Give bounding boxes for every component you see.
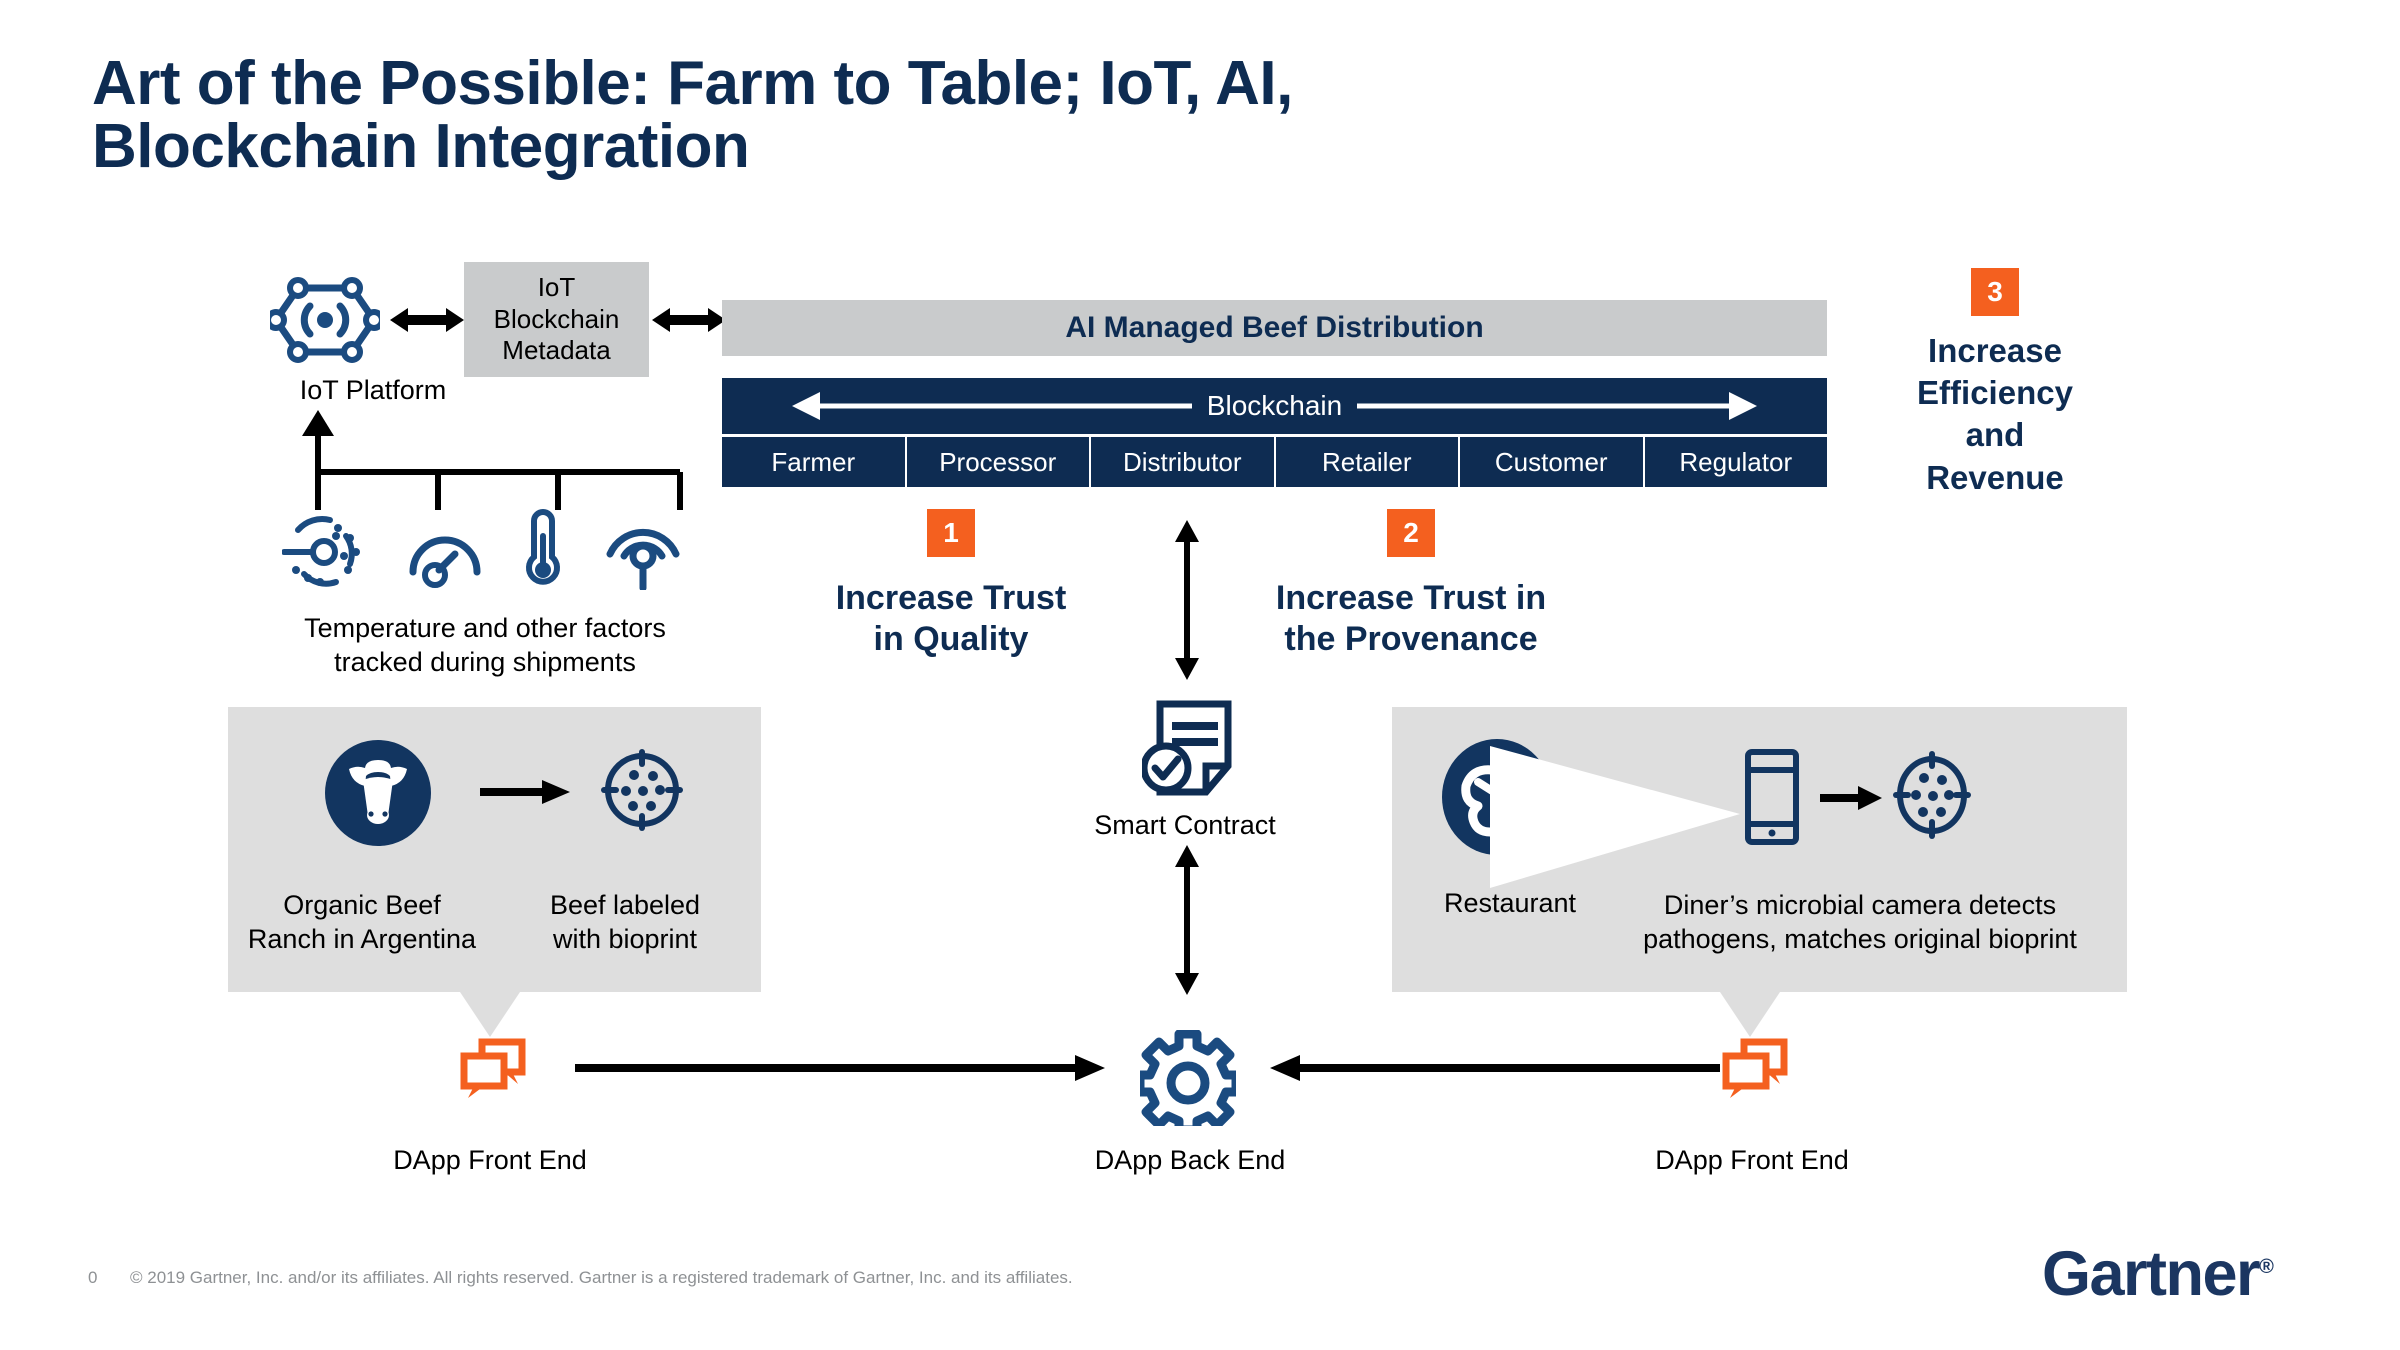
restaurant-caption: Restaurant bbox=[1443, 888, 1577, 918]
role-cell-distributor[interactable]: Distributor bbox=[1089, 437, 1274, 487]
origin-caption-2-line1: Beef labeled bbox=[549, 890, 701, 920]
dapp-back-end-label: DApp Back End bbox=[1094, 1145, 1286, 1175]
callout-badge-3: 3 bbox=[1971, 268, 2019, 316]
origin-panel-tail bbox=[460, 992, 520, 1037]
blockchain-label: Blockchain bbox=[1206, 390, 1343, 421]
double-arrow-icon bbox=[652, 305, 726, 335]
wireless-signal-icon bbox=[604, 510, 682, 595]
dapp-front-end-right-label: DApp Front End bbox=[1655, 1145, 1849, 1175]
diner-camera-caption-line2: pathogens, matches original bioprint bbox=[1643, 924, 2077, 955]
callout-1-line2: in Quality bbox=[873, 620, 1029, 659]
callout-1-line1: Increase Trust bbox=[835, 579, 1067, 617]
origin-caption-2-line2: with bioprint bbox=[552, 924, 698, 955]
origin-caption-2: Beef labeled with bioprint bbox=[525, 888, 725, 956]
right-arrow-icon bbox=[1820, 785, 1882, 811]
camera-view-wedge bbox=[1490, 742, 1740, 897]
role-cell-regulator[interactable]: Regulator bbox=[1642, 437, 1828, 487]
diner-camera-caption: Diner’s microbial camera detects pathoge… bbox=[1600, 888, 2120, 956]
callout-1-text: Increase Trust in Quality bbox=[786, 578, 1116, 661]
diner-camera-caption-line1: Diner’s microbial camera detects bbox=[1663, 890, 2057, 920]
sensors-caption-line1: Temperature and other factors bbox=[304, 613, 666, 643]
callout-badge-2: 2 bbox=[1387, 509, 1435, 557]
vertical-double-arrow-icon bbox=[1172, 520, 1202, 680]
page-title: Art of the Possible: Farm to Table; IoT,… bbox=[92, 49, 2092, 182]
bioprint-icon bbox=[600, 748, 684, 837]
thermometer-icon bbox=[523, 506, 563, 595]
role-cell-farmer[interactable]: Farmer bbox=[722, 437, 905, 487]
role-cell-retailer[interactable]: Retailer bbox=[1273, 437, 1459, 487]
page-title-line1: Art of the Possible: Farm to Table; IoT,… bbox=[92, 49, 1293, 118]
page-title-line2: Blockchain Integration bbox=[92, 112, 750, 182]
origin-caption-1-line1: Organic Beef bbox=[283, 890, 441, 920]
ai-managed-beef-distribution-bar: AI Managed Beef Distribution bbox=[722, 300, 1827, 356]
sensors-caption-line2: tracked during shipments bbox=[334, 646, 636, 677]
dapp-front-end-left-label: DApp Front End bbox=[393, 1145, 587, 1175]
sensor-icons-row bbox=[281, 505, 682, 595]
iot-platform-label: IoT Platform bbox=[299, 375, 447, 405]
double-arrow-icon bbox=[390, 305, 464, 335]
cow-head-icon bbox=[325, 740, 431, 851]
callout-3-line3: and bbox=[1965, 416, 2025, 454]
gartner-logo: Gartner® bbox=[2042, 1238, 2342, 1310]
right-arrow-icon bbox=[575, 1055, 1105, 1081]
role-cell-customer[interactable]: Customer bbox=[1458, 437, 1643, 487]
gear-icon bbox=[1135, 1029, 1241, 1135]
vertical-double-arrow-icon bbox=[1172, 845, 1202, 995]
callout-3-text: Increase Efficiency and Revenue bbox=[1850, 330, 2140, 499]
sensors-caption: Temperature and other factors tracked du… bbox=[250, 612, 720, 680]
radar-sensor-icon bbox=[281, 512, 366, 595]
callout-2-line1: Increase Trust in bbox=[1275, 579, 1547, 617]
blockchain-roles-row: Farmer Processor Distributor Retailer Cu… bbox=[722, 437, 1827, 487]
copyright-notice: © 2019 Gartner, Inc. and/or its affiliat… bbox=[130, 1268, 1073, 1287]
registered-trademark-icon: ® bbox=[2259, 1256, 2274, 1278]
callout-3-line1: Increase bbox=[1928, 332, 2062, 369]
origin-caption-1-line2: Ranch in Argentina bbox=[247, 924, 477, 955]
callout-3-line4: Revenue bbox=[1926, 458, 2064, 496]
metadata-line-2: Blockchain bbox=[493, 303, 620, 334]
contract-document-check-icon bbox=[1140, 700, 1232, 800]
consumption-panel-tail bbox=[1720, 992, 1780, 1037]
gartner-logo-text: Gartner bbox=[2042, 1239, 2261, 1309]
metadata-line-3: Metadata bbox=[502, 335, 611, 366]
smart-contract-label: Smart Contract bbox=[1094, 810, 1276, 840]
smartphone-icon bbox=[1744, 748, 1800, 851]
callout-3-line2: Efficiency bbox=[1917, 374, 2073, 412]
callout-2-text: Increase Trust in the Provenance bbox=[1246, 578, 1576, 661]
gauge-icon bbox=[407, 520, 483, 595]
iot-blockchain-metadata-box: IoT Blockchain Metadata bbox=[464, 262, 649, 377]
chat-bubbles-icon bbox=[1722, 1038, 1788, 1105]
page-number: 0 bbox=[88, 1268, 98, 1287]
bioprint-icon bbox=[1890, 750, 1974, 845]
sensor-connector-tree bbox=[300, 410, 700, 520]
left-arrow-icon bbox=[1270, 1055, 1720, 1081]
callout-2-line2: the Provenance bbox=[1284, 620, 1538, 659]
chat-bubbles-icon bbox=[460, 1038, 526, 1105]
blockchain-band: Blockchain bbox=[722, 378, 1827, 434]
right-arrow-icon bbox=[480, 778, 570, 806]
role-cell-processor[interactable]: Processor bbox=[904, 437, 1090, 487]
metadata-line-1: IoT bbox=[537, 271, 576, 302]
origin-caption-1: Organic Beef Ranch in Argentina bbox=[242, 888, 482, 956]
callout-badge-1: 1 bbox=[927, 509, 975, 557]
